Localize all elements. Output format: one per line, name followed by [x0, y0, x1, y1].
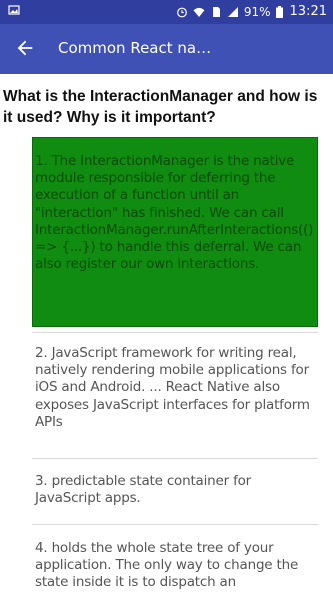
answer-option-2[interactable]: 2. JavaScript framework for writing real… [32, 345, 318, 431]
answer-option-1[interactable]: 1. The InteractionManager is the native … [32, 137, 318, 327]
battery-percent: 91% [243, 4, 271, 19]
notification-icons [8, 4, 20, 19]
answer-option-3[interactable]: 3. predictable state container for JavaS… [32, 473, 318, 507]
wifi-icon [193, 7, 205, 17]
page-title: Common React na… [58, 39, 212, 57]
back-arrow-icon[interactable] [14, 37, 36, 59]
signal-icon [227, 6, 238, 17]
status-bar: 91% 13:21 [0, 0, 333, 24]
divider [32, 524, 318, 525]
quiz-content: What is the InteractionManager and how i… [0, 74, 333, 592]
alarm-icon [176, 7, 187, 17]
divider [32, 458, 318, 459]
image-notification-icon [8, 5, 20, 15]
answer-option-4[interactable]: 4. holds the whole state tree of your ap… [32, 540, 318, 592]
battery-icon [275, 5, 283, 18]
sim-card-icon [212, 6, 220, 17]
question-text: What is the InteractionManager and how i… [3, 88, 318, 126]
clock: 13:21 [289, 4, 327, 19]
app-bar: Common React na… [0, 24, 333, 74]
divider [32, 332, 318, 333]
